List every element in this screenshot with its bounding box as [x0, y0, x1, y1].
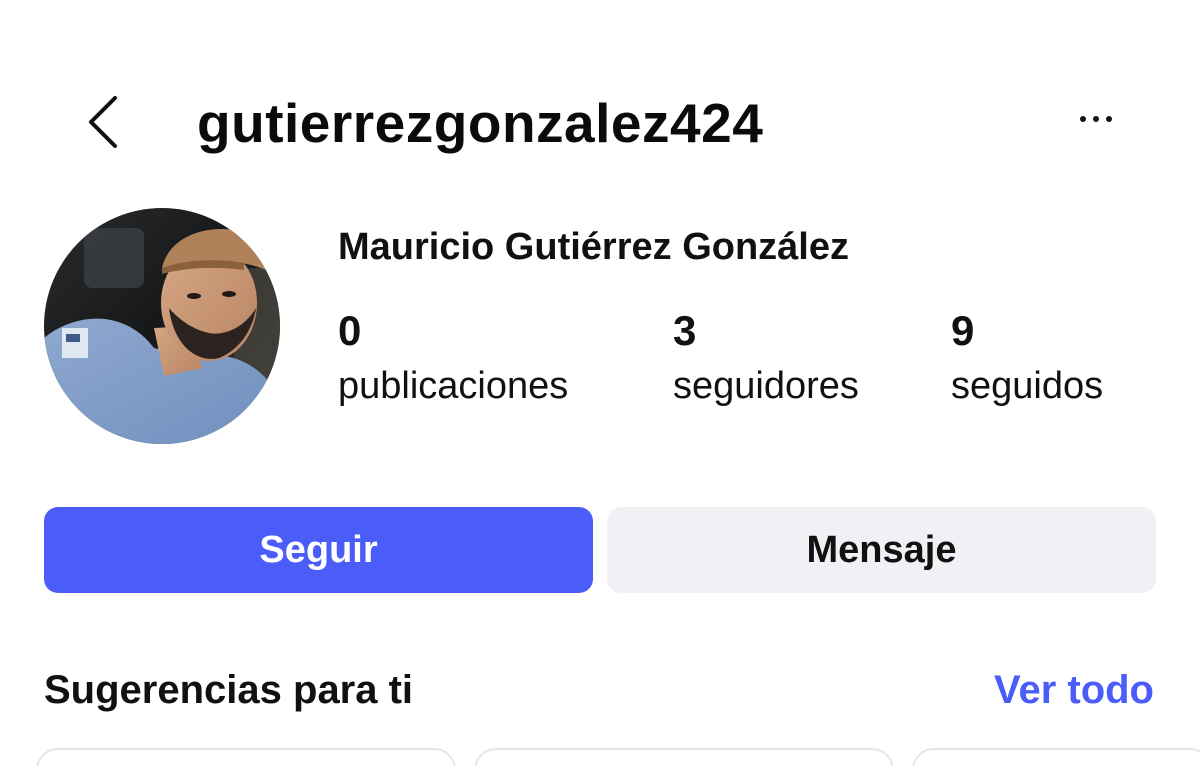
avatar[interactable]: [44, 208, 280, 444]
stat-posts[interactable]: 0 publicaciones: [338, 305, 568, 415]
follow-button[interactable]: Seguir: [44, 507, 593, 593]
suggestion-card[interactable]: [474, 748, 894, 766]
more-options-button[interactable]: [1068, 104, 1124, 134]
back-button[interactable]: [82, 92, 122, 152]
more-dot: [1093, 116, 1099, 122]
stat-followers-label: seguidores: [673, 365, 859, 407]
stat-following[interactable]: 9 seguidos: [951, 305, 1103, 415]
profile-full-name: Mauricio Gutiérrez González: [338, 226, 849, 268]
suggestions-title: Sugerencias para ti: [44, 668, 414, 712]
stat-following-value: 9: [951, 307, 975, 354]
avatar-photo: [44, 208, 280, 444]
suggestion-card[interactable]: [912, 748, 1200, 766]
stat-posts-label: publicaciones: [338, 365, 569, 407]
suggestion-card[interactable]: [36, 748, 456, 766]
profile-page: gutierrezgonzalez424 Mauricio Gutiérrez …: [0, 0, 1200, 766]
chevron-left-icon: [89, 96, 117, 148]
message-button[interactable]: Mensaje: [607, 507, 1156, 593]
profile-username: gutierrezgonzalez424: [197, 92, 764, 154]
stat-followers-value: 3: [673, 307, 697, 354]
more-horizontal-icon: [1080, 116, 1086, 122]
see-all-link[interactable]: Ver todo: [994, 664, 1154, 716]
more-dot: [1106, 116, 1112, 122]
stat-followers[interactable]: 3 seguidores: [673, 305, 859, 415]
stat-following-label: seguidos: [951, 365, 1104, 407]
stat-posts-value: 0: [338, 307, 362, 354]
